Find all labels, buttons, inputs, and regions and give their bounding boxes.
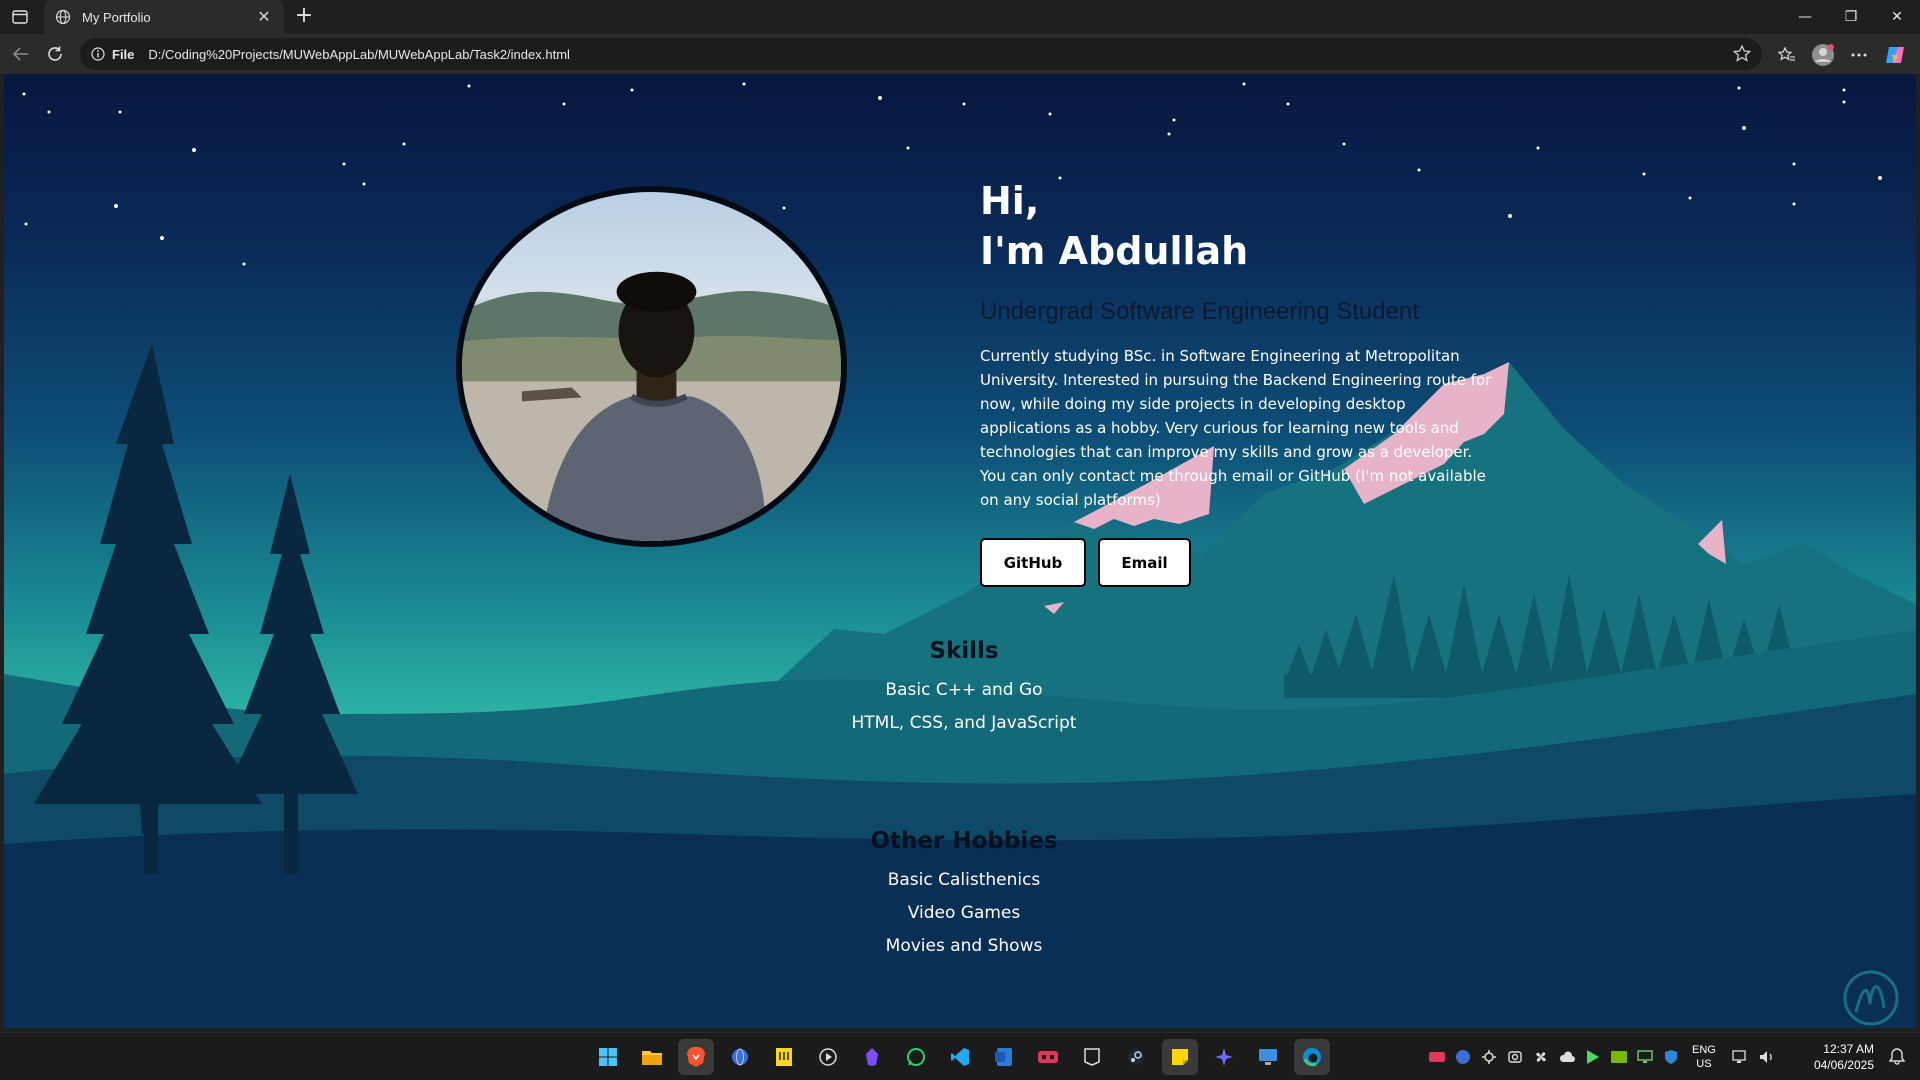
back-icon[interactable]	[8, 42, 34, 66]
browser-tab-bar: My Portfolio ✕ + — ❐ ✕	[0, 0, 1920, 34]
language-indicator[interactable]: ENG US	[1692, 1043, 1716, 1071]
globe-app-icon[interactable]	[722, 1039, 758, 1075]
skills-section: Skills Basic C++ and Go HTML, CSS, and J…	[704, 638, 1224, 740]
volume-icon[interactable]	[1758, 1048, 1776, 1066]
greeting-line-1: Hi,	[980, 179, 1040, 223]
remote-desktop-icon[interactable]	[1250, 1039, 1286, 1075]
address-url[interactable]: D:/Coding%20Projects/MUWebAppLab/MUWebAp…	[148, 47, 570, 62]
start-icon[interactable]	[590, 1039, 626, 1075]
browser-toolbar: File D:/Coding%20Projects/MUWebAppLab/MU…	[0, 34, 1920, 74]
site-info-icon[interactable]	[90, 46, 106, 62]
system-tray: ENG US	[1428, 1039, 1776, 1075]
hobbies-list: Basic Calisthenics Video Games Movies an…	[704, 864, 1224, 963]
sticky-notes-icon[interactable]	[1162, 1039, 1198, 1075]
profile-photo	[456, 186, 847, 547]
email-button[interactable]: Email	[1098, 538, 1191, 587]
taskbar-apps	[590, 1039, 1330, 1075]
tray-fan-icon[interactable]	[1532, 1048, 1550, 1066]
tray-camera-icon[interactable]	[1506, 1048, 1524, 1066]
address-protocol: File	[112, 46, 135, 62]
minimize-icon[interactable]: —	[1782, 0, 1828, 34]
favorite-star-icon[interactable]	[1732, 44, 1752, 64]
globe-icon	[54, 8, 72, 26]
windows-taskbar: ENG US 12:37 AM 04/06/2025	[0, 1032, 1920, 1080]
hobby-item: Video Games	[907, 903, 1021, 923]
epic-games-icon[interactable]	[1074, 1039, 1110, 1075]
tab-my-portfolio[interactable]: My Portfolio ✕	[44, 0, 284, 34]
github-button[interactable]: GitHub	[980, 538, 1086, 587]
copilot-icon[interactable]	[1882, 42, 1908, 68]
restore-icon[interactable]: ❐	[1828, 0, 1874, 34]
stars	[22, 82, 1882, 266]
greeting-line-2: I'm Abdullah	[980, 229, 1249, 273]
tray-play-icon[interactable]	[1584, 1048, 1602, 1066]
hobbies-heading: Other Hobbies	[870, 828, 1058, 854]
tab-title: My Portfolio	[82, 9, 151, 25]
contact-buttons: GitHub Email	[980, 538, 1500, 587]
language-code: ENG	[1692, 1044, 1716, 1056]
hobby-item: Movies and Shows	[885, 936, 1043, 956]
steam-icon[interactable]	[1118, 1039, 1154, 1075]
skills-heading: Skills	[929, 638, 999, 664]
file-explorer-icon[interactable]	[634, 1039, 670, 1075]
hobby-item: Basic Calisthenics	[887, 870, 1041, 890]
word-app-icon[interactable]	[986, 1039, 1022, 1075]
region-code: US	[1696, 1058, 1712, 1070]
obsidian-icon[interactable]	[854, 1039, 890, 1075]
profile-avatar-icon[interactable]	[1810, 42, 1836, 68]
tray-game-icon[interactable]	[1428, 1048, 1446, 1066]
whatsapp-icon[interactable]	[898, 1039, 934, 1075]
network-icon[interactable]	[1732, 1048, 1750, 1066]
clock-time: 12:37 AM	[1823, 1042, 1874, 1056]
new-tab-button[interactable]: +	[292, 5, 316, 29]
edge-browser-icon[interactable]	[1294, 1039, 1330, 1075]
system-clock[interactable]: 12:37 AM 04/06/2025	[1814, 1041, 1874, 1073]
tray-globe-icon[interactable]	[1454, 1048, 1472, 1066]
vscode-icon[interactable]	[942, 1039, 978, 1075]
tray-settings-icon[interactable]	[1480, 1048, 1498, 1066]
signature-logo-icon	[1843, 970, 1899, 1026]
role-subtitle: Undergrad Software Engineering Student	[980, 298, 1419, 325]
portfolio-page: Hi, I'm Abdullah Undergrad Software Engi…	[4, 74, 1916, 1028]
media-player-icon[interactable]	[810, 1039, 846, 1075]
tray-nvidia-icon[interactable]	[1610, 1048, 1628, 1066]
window-controls: — ❐ ✕	[1782, 0, 1920, 34]
tab-actions-icon[interactable]	[8, 6, 32, 28]
address-bar[interactable]: File D:/Coding%20Projects/MUWebAppLab/MU…	[80, 38, 1762, 70]
tray-monitor-icon[interactable]	[1636, 1048, 1654, 1066]
more-options-icon[interactable]	[1846, 42, 1872, 68]
skill-item: HTML, CSS, and JavaScript	[851, 713, 1077, 733]
favorites-icon[interactable]	[1774, 42, 1800, 68]
hobbies-section: Other Hobbies Basic Calisthenics Video G…	[704, 828, 1224, 963]
tray-shield-icon[interactable]	[1662, 1048, 1680, 1066]
notes-app-icon[interactable]	[766, 1039, 802, 1075]
clock-date: 04/06/2025	[1813, 1058, 1874, 1072]
notifications-icon[interactable]	[1888, 1047, 1906, 1065]
game-launcher-icon[interactable]	[1030, 1039, 1066, 1075]
reload-icon[interactable]	[42, 42, 68, 66]
intro-section: Hi, I'm Abdullah Undergrad Software Engi…	[980, 176, 1500, 587]
close-tab-icon[interactable]: ✕	[254, 7, 274, 27]
close-window-icon[interactable]: ✕	[1874, 0, 1920, 34]
skills-list: Basic C++ and Go HTML, CSS, and JavaScri…	[704, 674, 1224, 740]
bio-paragraph: Currently studying BSc. in Software Engi…	[980, 347, 1492, 509]
assistant-app-icon[interactable]	[1206, 1039, 1242, 1075]
tray-cloud-icon[interactable]	[1558, 1048, 1576, 1066]
brave-browser-icon[interactable]	[678, 1039, 714, 1075]
skill-item: Basic C++ and Go	[885, 680, 1043, 700]
